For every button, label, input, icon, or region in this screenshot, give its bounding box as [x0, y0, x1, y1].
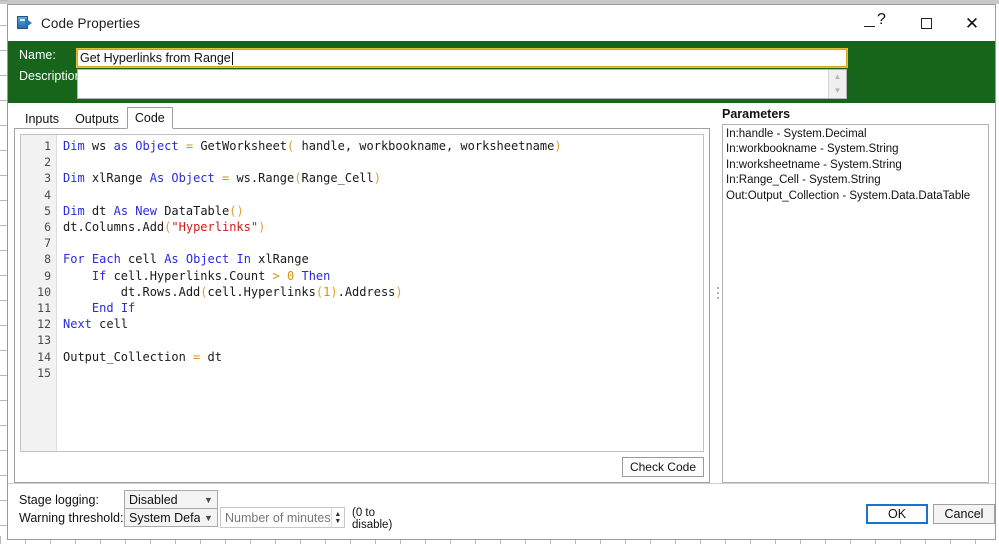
line-number: 1 [44, 139, 51, 153]
line-number: 13 [37, 333, 51, 348]
warning-threshold-label: Warning threshold: [19, 511, 124, 525]
cancel-button[interactable]: Cancel [933, 504, 995, 524]
line-number: 14 [37, 349, 51, 364]
close-icon: ✕ [964, 13, 980, 33]
stage-logging-value: Disabled [129, 492, 178, 507]
minimize-and-help-buttons[interactable]: ? [847, 5, 903, 41]
close-button[interactable]: ✕ [949, 5, 995, 41]
code-line: Output_Collection = dt [63, 349, 222, 364]
disable-hint-line2: disable) [352, 519, 393, 531]
code-stage-icon [17, 15, 33, 31]
name-input-value: Get Hyperlinks from Range [80, 51, 231, 65]
line-number: 3 [44, 171, 51, 186]
ok-button[interactable]: OK [866, 504, 928, 524]
help-icon[interactable]: ? [877, 12, 886, 28]
line-number: 5 [44, 203, 51, 218]
text-caret [231, 51, 233, 65]
pane-splitter[interactable] [714, 103, 722, 483]
chevron-down-icon: ▼ [833, 86, 842, 95]
parameter-item[interactable]: In:workbookname - System.String [726, 142, 985, 157]
code-line: End If [91, 301, 136, 316]
stage-logging-label: Stage logging: [19, 493, 99, 507]
description-label: Description: [19, 69, 85, 83]
line-number: 6 [44, 220, 51, 235]
line-number-gutter: 1 2 3 4 5 6 7 8 9 10 11 12 13 14 15 [21, 135, 57, 451]
chevron-down-icon: ▼ [204, 512, 213, 523]
name-label: Name: [19, 48, 56, 62]
tab-code[interactable]: Code [126, 107, 173, 129]
line-number: 11 [37, 301, 51, 316]
parameter-item[interactable]: In:handle - System.Decimal [726, 127, 985, 142]
maximize-button[interactable] [903, 5, 949, 41]
code-line: Dim ws as Object = GetWorksheet( handle,… [63, 139, 562, 153]
window-controls: ? ✕ [847, 5, 995, 41]
line-number: 10 [37, 284, 51, 299]
description-input[interactable]: ▲ ▼ [77, 69, 847, 99]
name-input[interactable]: Get Hyperlinks from Range [76, 48, 848, 68]
code-line: If cell.Hyperlinks.Count > 0 Then [91, 268, 331, 283]
code-tab-panel: 1 2 3 4 5 6 7 8 9 10 11 12 13 14 15 Dim ws as Object =… [14, 128, 710, 483]
parameter-item[interactable]: Out:Output_Collection - System.Data.Data… [726, 189, 985, 204]
stepper-arrows[interactable]: ▲ ▼ [330, 508, 344, 527]
code-editor[interactable]: 1 2 3 4 5 6 7 8 9 10 11 12 13 14 15 Dim ws as Object =… [20, 134, 704, 452]
chevron-up-icon: ▲ [833, 72, 842, 81]
parameters-title: Parameters [722, 107, 791, 121]
code-line: Dim xlRange As Object = ws.Range(Range_C… [63, 171, 381, 186]
minimize-icon[interactable] [864, 25, 876, 27]
code-line: Next cell [63, 317, 129, 332]
warning-threshold-select[interactable]: System Defau ▼ [124, 508, 218, 527]
line-number: 8 [44, 252, 51, 267]
parameters-list[interactable]: In:handle - System.Decimal In:workbooknam… [722, 124, 989, 483]
left-pane: Inputs Outputs Code 1 2 3 4 5 6 7 8 9 10 11 12 13 14 1… [8, 103, 714, 483]
code-line: Dim dt As New DataTable() [63, 203, 244, 218]
line-number: 9 [44, 268, 51, 283]
disable-hint: (0 to disable) [352, 507, 398, 531]
parameter-item[interactable]: In:worksheetname - System.String [726, 158, 985, 173]
line-number: 4 [44, 187, 51, 202]
minutes-placeholder: Number of minutes [225, 510, 331, 525]
disable-hint-line1: (0 to [352, 507, 376, 519]
title-bar: Code Properties ? ✕ [8, 5, 995, 41]
tab-bar: Inputs Outputs Code [14, 107, 714, 129]
check-code-button[interactable]: Check Code [621, 457, 704, 477]
code-line: dt.Rows.Add(cell.Hyperlinks(1).Address) [63, 284, 403, 299]
dialog-header: Name: Get Hyperlinks from Range Descript… [8, 41, 995, 103]
dialog-body: Inputs Outputs Code 1 2 3 4 5 6 7 8 9 10 11 12 13 14 1… [8, 103, 995, 483]
stepper-up-icon: ▲ [334, 510, 342, 518]
dialog-footer: Stage logging: Disabled ▼ Warning thresh… [8, 483, 995, 539]
line-number: 15 [37, 365, 51, 380]
line-number: 12 [37, 317, 51, 332]
description-scroll-spinner[interactable]: ▲ ▼ [828, 70, 846, 98]
code-text[interactable]: Dim ws as Object = GetWorksheet( handle,… [57, 135, 703, 451]
stage-logging-select[interactable]: Disabled ▼ [124, 490, 218, 509]
parameter-item[interactable]: In:Range_Cell - System.String [726, 173, 985, 188]
maximize-icon [920, 17, 932, 29]
code-line: dt.Columns.Add("Hyperlinks") [63, 220, 266, 235]
stepper-down-icon: ▼ [334, 517, 342, 525]
warning-threshold-value: System Defau [129, 510, 200, 525]
tab-inputs[interactable]: Inputs [17, 108, 67, 129]
minutes-stepper[interactable]: Number of minutes ▲ ▼ [220, 507, 345, 528]
line-number: 7 [44, 236, 51, 251]
code-line: For Each cell As Object In xlRange [63, 252, 309, 267]
splitter-grip-icon [717, 287, 719, 299]
right-pane: Parameters In:handle - System.Decimal In:… [722, 103, 995, 483]
line-number: 2 [44, 155, 51, 170]
window-title: Code Properties [41, 15, 141, 31]
chevron-down-icon: ▼ [204, 494, 213, 505]
code-properties-dialog: Code Properties ? ✕ Name: Get Hyperlinks… [7, 4, 996, 540]
tab-outputs[interactable]: Outputs [67, 108, 127, 129]
check-code-row: Check Code [20, 452, 704, 477]
